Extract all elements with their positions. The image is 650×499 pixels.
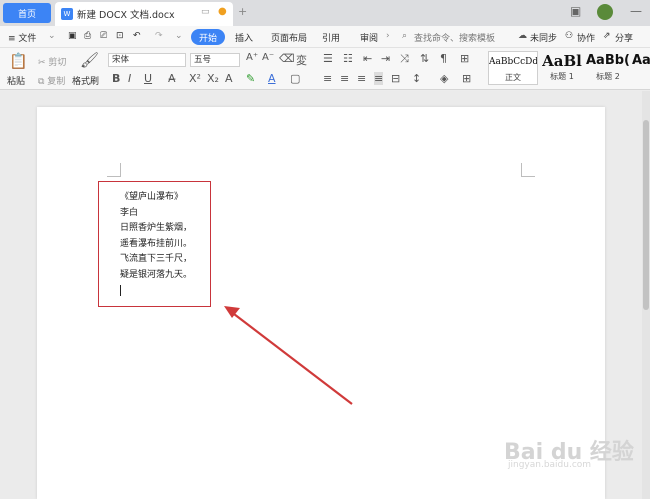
arrow-shaft bbox=[233, 313, 353, 405]
annotation-arrow bbox=[224, 306, 353, 405]
watermark-url: jingyan.baidu.com bbox=[508, 460, 592, 470]
